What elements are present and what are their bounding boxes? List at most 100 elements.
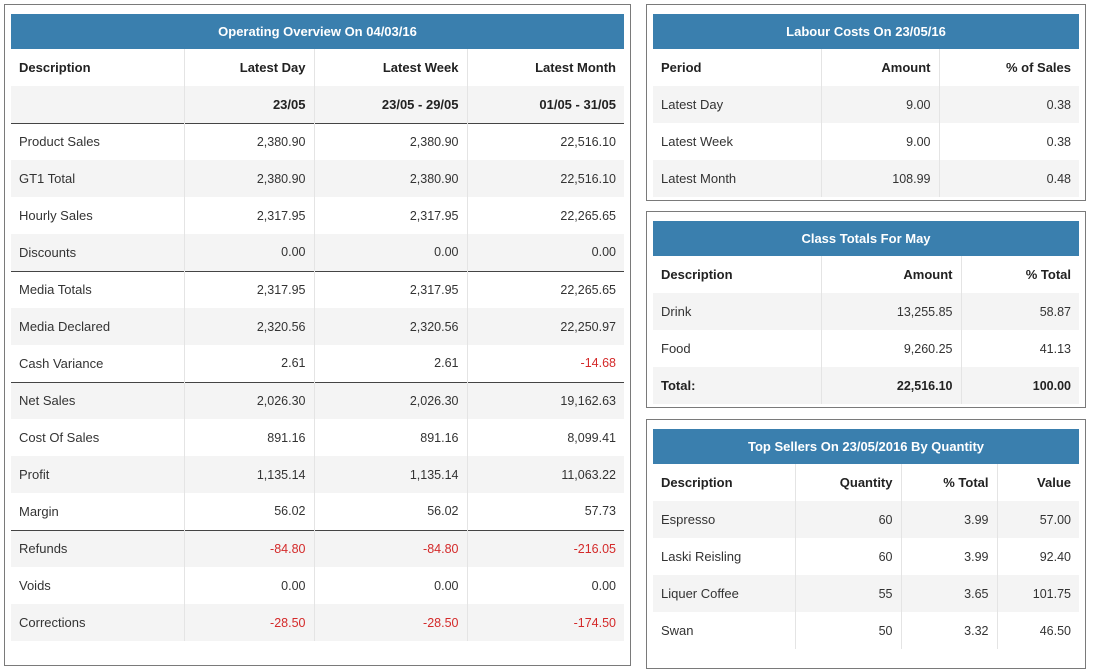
table-row: Latest Month 108.99 0.48 xyxy=(653,160,1079,197)
value-latest-week: 2.61 xyxy=(313,345,467,382)
labour-costs-table: Period Amount % of Sales Latest Day 9.00 0… xyxy=(653,49,1079,197)
total-amount: 22,516.10 xyxy=(820,367,961,404)
value-latest-day: 2,317.95 xyxy=(183,197,314,234)
value-pct-sales: 0.38 xyxy=(938,123,1079,160)
table-header-row: Description Latest Day Latest Week Lates… xyxy=(11,49,624,86)
column-header-latest-day: Latest Day xyxy=(183,49,314,86)
value-latest-week: 2,317.95 xyxy=(313,197,467,234)
labour-costs-body: Latest Day 9.00 0.38 Latest Week 9.00 0.38 Lat… xyxy=(653,86,1079,197)
value-latest-month: 22,250.97 xyxy=(466,308,624,345)
value-latest-day: 56.02 xyxy=(183,493,314,530)
column-header-description: Description xyxy=(653,464,795,501)
class-totals-title: Class Totals For May xyxy=(653,221,1079,256)
value-latest-week: -84.80 xyxy=(313,529,467,567)
top-sellers-table: Description Quantity % Total Value Espre… xyxy=(653,464,1079,649)
value-pct-total: 41.13 xyxy=(960,330,1079,367)
value-pct-total: 3.99 xyxy=(900,538,997,575)
row-label: Media Declared xyxy=(11,308,184,345)
date-range-row: 23/05 23/05 - 29/05 01/05 - 31/05 xyxy=(11,86,624,123)
row-label: Media Totals xyxy=(11,270,184,308)
table-row: Net Sales 2,026.30 2,026.30 19,162.63 xyxy=(11,381,624,419)
column-header-pct-sales: % of Sales xyxy=(938,49,1079,86)
row-label: Margin xyxy=(19,503,59,519)
total-label: Total: xyxy=(653,367,821,404)
table-row: Media Totals 2,317.95 2,317.95 22,265.65 xyxy=(11,270,624,308)
column-header-description: Description xyxy=(653,256,821,293)
column-header-quantity: Quantity xyxy=(794,464,901,501)
value-latest-month: -174.50 xyxy=(466,604,624,641)
value-value: 92.40 xyxy=(996,538,1079,575)
table-row: Media Declared 2,320.56 2,320.56 22,250.97 xyxy=(11,308,624,345)
row-label: Discounts xyxy=(11,234,184,271)
table-row: Latest Week 9.00 0.38 xyxy=(653,123,1079,160)
value-latest-month: 22,265.65 xyxy=(466,197,624,234)
table-row: Product Sales 2,380.90 2,380.90 22,516.10 xyxy=(11,122,624,160)
row-label: Hourly Sales xyxy=(19,208,93,223)
table-row: Hourly Sales 2,317.95 2,317.95 22,265.65 xyxy=(11,197,624,234)
table-row: Laski Reisling 60 3.99 92.40 xyxy=(653,538,1079,575)
table-row: Voids 0.00 0.00 0.00 xyxy=(11,567,624,604)
table-row: Cash Variance 2.61 2.61 -14.68 xyxy=(11,345,624,382)
row-label: Liquer Coffee xyxy=(653,575,795,612)
value-quantity: 55 xyxy=(794,575,901,612)
row-label: Espresso xyxy=(653,501,795,538)
column-header-latest-month: Latest Month xyxy=(466,49,624,86)
table-header-row: Description Amount % Total xyxy=(653,256,1079,293)
row-label: Cash Variance xyxy=(19,355,104,371)
value-latest-month: 11,063.22 xyxy=(466,456,624,493)
value-value: 46.50 xyxy=(996,612,1079,649)
value-latest-day: -84.80 xyxy=(183,529,314,567)
column-header-period: Period xyxy=(653,49,821,86)
value-latest-month: 8,099.41 xyxy=(466,419,624,456)
value-amount: 9.00 xyxy=(820,123,939,160)
row-label: Refunds xyxy=(11,529,184,567)
table-row: Profit 1,135.14 1,135.14 11,063.22 xyxy=(11,456,624,493)
row-label: Food xyxy=(661,341,691,356)
value-latest-day: 2.61 xyxy=(183,345,314,382)
value-latest-month: -216.05 xyxy=(466,529,624,567)
row-label: Profit xyxy=(11,456,184,493)
row-label: Laski Reisling xyxy=(661,549,742,564)
value-latest-week: 2,317.95 xyxy=(313,270,467,308)
table-header-row: Period Amount % of Sales xyxy=(653,49,1079,86)
table-row: Cost Of Sales 891.16 891.16 8,099.41 xyxy=(11,419,624,456)
value-quantity: 50 xyxy=(794,612,901,649)
value-latest-week: 2,320.56 xyxy=(313,308,467,345)
table-row: Drink 13,255.85 58.87 xyxy=(653,293,1079,330)
operating-overview-title: Operating Overview On 04/03/16 xyxy=(11,14,624,49)
value-pct-total: 3.99 xyxy=(900,501,997,538)
class-totals-table: Description Amount % Total Drink 13,255.8… xyxy=(653,256,1079,404)
value-latest-week: 56.02 xyxy=(313,493,467,530)
value-latest-week: 2,380.90 xyxy=(313,122,467,160)
value-latest-month: 22,516.10 xyxy=(466,122,624,160)
value-latest-week: 1,135.14 xyxy=(313,456,467,493)
operating-overview-table: Description Latest Day Latest Week Lates… xyxy=(11,49,624,641)
column-header-amount: Amount xyxy=(820,256,961,293)
total-pct: 100.00 xyxy=(960,367,1079,404)
top-sellers-body: Espresso 60 3.99 57.00 Laski Reisling 60 3.99 9… xyxy=(653,501,1079,649)
table-row: Food 9,260.25 41.13 xyxy=(653,330,1079,367)
value-latest-day: 0.00 xyxy=(183,234,314,271)
value-latest-month: -14.68 xyxy=(466,345,624,382)
table-row: Espresso 60 3.99 57.00 xyxy=(653,501,1079,538)
value-latest-week: 2,380.90 xyxy=(313,160,467,197)
table-row: GT1 Total 2,380.90 2,380.90 22,516.10 xyxy=(11,160,624,197)
row-label: Swan xyxy=(661,623,694,638)
value-pct-total: 3.65 xyxy=(900,575,997,612)
value-amount: 13,255.85 xyxy=(820,293,961,330)
top-sellers-title: Top Sellers On 23/05/2016 By Quantity xyxy=(653,429,1079,464)
value-latest-day: 1,135.14 xyxy=(183,456,314,493)
date-range-blank xyxy=(11,86,184,123)
class-totals-panel: Class Totals For May Description Amount … xyxy=(646,211,1086,408)
row-label: Corrections xyxy=(11,604,184,641)
table-row: Discounts 0.00 0.00 0.00 xyxy=(11,234,624,271)
row-label: Latest Month xyxy=(653,160,821,197)
value-latest-week: 891.16 xyxy=(313,419,467,456)
table-row: Refunds -84.80 -84.80 -216.05 xyxy=(11,529,624,567)
row-label: Latest Week xyxy=(661,134,734,149)
value-latest-month: 0.00 xyxy=(466,567,624,604)
table-row: Latest Day 9.00 0.38 xyxy=(653,86,1079,123)
value-latest-day: 2,320.56 xyxy=(183,308,314,345)
row-label: Drink xyxy=(653,293,821,330)
value-quantity: 60 xyxy=(794,538,901,575)
